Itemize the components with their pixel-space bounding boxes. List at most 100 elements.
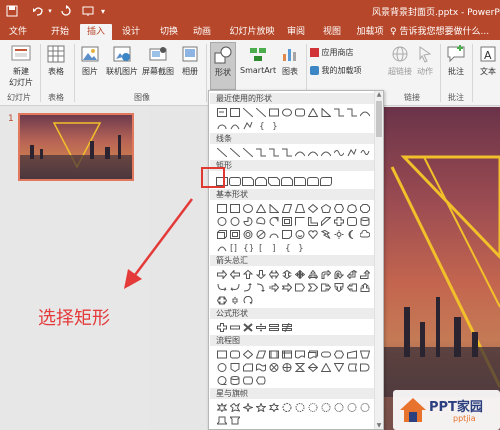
frame-shape[interactable] (280, 215, 293, 227)
tab-design[interactable]: 设计 (117, 24, 145, 40)
online-picture-button[interactable]: 联机图片 (104, 44, 140, 77)
double-brace-shape[interactable]: {} (241, 241, 254, 253)
bent-arrow-shape[interactable] (319, 268, 332, 280)
scribble-shape[interactable] (358, 146, 371, 158)
quad-arrow-shape[interactable] (293, 268, 306, 280)
arrow-shape[interactable] (228, 146, 241, 158)
elbow-arrow-shape[interactable] (345, 106, 358, 118)
quad-arrow-callout-shape[interactable] (228, 294, 241, 306)
tab-transitions[interactable]: 切换 (155, 24, 183, 40)
triangle-shape[interactable] (306, 106, 319, 118)
freeform-shape[interactable] (345, 146, 358, 158)
flowchart-sort-shape[interactable] (306, 361, 319, 373)
notched-right-arrow-shape[interactable] (280, 281, 293, 293)
present-icon[interactable] (80, 3, 96, 19)
pie-shape[interactable] (241, 215, 254, 227)
vertical-textbox-shape[interactable] (228, 106, 241, 118)
pentagon-arrow-shape[interactable] (293, 281, 306, 293)
chart-button[interactable]: 图表 (278, 44, 302, 77)
store-button[interactable]: 应用商店 (310, 47, 376, 58)
tab-slideshow[interactable]: 幻灯片放映 (227, 24, 277, 40)
pentagon-shape[interactable] (319, 202, 332, 214)
tab-view[interactable]: 视图 (318, 24, 346, 40)
star-6-point-shape[interactable] (267, 401, 280, 413)
round-diagonal-rect-shape[interactable] (319, 175, 332, 187)
folded-corner-shape[interactable] (280, 228, 293, 240)
customize-toolbar-icon[interactable]: ▾ (98, 3, 108, 19)
heart-shape[interactable] (306, 228, 319, 240)
cross-shape[interactable] (332, 215, 345, 227)
flowchart-or-shape[interactable] (280, 361, 293, 373)
round-same-side-rect-shape[interactable] (306, 175, 319, 187)
dodecagon-shape[interactable] (228, 215, 241, 227)
redo-icon[interactable] (58, 3, 74, 19)
textbox-shape[interactable] (215, 106, 228, 118)
tab-animations[interactable]: 动画 (188, 24, 216, 40)
chord-shape[interactable] (254, 215, 267, 227)
snip-diagonal-rect-shape[interactable] (267, 175, 280, 187)
flowchart-preparation-shape[interactable] (332, 348, 345, 360)
bent-up-arrow-shape[interactable] (358, 268, 371, 280)
no-symbol-shape[interactable] (254, 228, 267, 240)
snip-same-side-rect-shape[interactable] (254, 175, 267, 187)
lightning-bolt-shape[interactable] (319, 228, 332, 240)
star-10-point-shape[interactable] (306, 401, 319, 413)
donut-shape[interactable] (241, 228, 254, 240)
moon-shape[interactable] (345, 228, 358, 240)
octagon-shape[interactable] (358, 202, 371, 214)
scroll-down-icon[interactable]: ▼ (375, 422, 383, 429)
tab-home[interactable]: 开始 (46, 24, 74, 40)
left-arrow-shape[interactable] (228, 268, 241, 280)
hyperlink-button[interactable]: 超链接 (388, 44, 412, 77)
rectangle-shape[interactable] (267, 106, 280, 118)
album-button[interactable]: 相册 (178, 44, 202, 77)
flowchart-alternate-process-shape[interactable] (228, 348, 241, 360)
table-button[interactable]: 表格 (44, 44, 68, 77)
arc-shape[interactable] (228, 119, 241, 131)
left-right-arrow-callout-shape[interactable] (215, 294, 228, 306)
right-bracket-shape[interactable]: ] (267, 241, 280, 253)
tell-me-box[interactable]: ♀ 告诉我您想要做什么... (390, 24, 489, 40)
right-brace-shape[interactable]: } (267, 119, 280, 131)
line-shape[interactable] (215, 146, 228, 158)
right-triangle-shape[interactable] (319, 106, 332, 118)
left-arrow-callout-shape[interactable] (345, 281, 358, 293)
hexagon-shape[interactable] (332, 202, 345, 214)
flowchart-data-shape[interactable] (254, 348, 267, 360)
flowchart-display-shape[interactable] (254, 374, 267, 386)
flowchart-decision-shape[interactable] (241, 348, 254, 360)
undo-dropdown-icon[interactable]: ▾ (46, 3, 54, 19)
flowchart-manual-operation-shape[interactable] (358, 348, 371, 360)
flowchart-card-shape[interactable] (241, 361, 254, 373)
star-4-point-shape[interactable] (241, 401, 254, 413)
tab-review[interactable]: 审阅 (282, 24, 310, 40)
snip-corner-rect-shape[interactable] (241, 175, 254, 187)
flowchart-direct-access-storage-shape[interactable] (241, 374, 254, 386)
explosion-1-shape[interactable] (215, 401, 228, 413)
right-arrow-shape[interactable] (215, 268, 228, 280)
double-bracket-shape[interactable]: [] (228, 241, 241, 253)
oval-shape[interactable] (280, 106, 293, 118)
tab-addins[interactable]: 加载项 (352, 24, 388, 40)
flowchart-extract-shape[interactable] (319, 361, 332, 373)
left-right-up-arrow-shape[interactable] (306, 268, 319, 280)
cloud-shape[interactable] (358, 228, 371, 240)
dropdown-scrollbar[interactable]: ▲ ▼ (374, 91, 383, 429)
left-brace-shape[interactable]: { (254, 119, 267, 131)
flowchart-predefined-process-shape[interactable] (267, 348, 280, 360)
curved-arrow-shape[interactable] (306, 146, 319, 158)
flowchart-sequential-access-storage-shape[interactable] (215, 374, 228, 386)
right-arrow-callout-shape[interactable] (319, 281, 332, 293)
sun-shape[interactable] (332, 228, 345, 240)
curved-left-arrow-shape[interactable] (228, 281, 241, 293)
smiley-face-shape[interactable] (293, 228, 306, 240)
flowchart-collate-shape[interactable] (293, 361, 306, 373)
tab-insert[interactable]: 插入 (80, 24, 112, 40)
curved-double-arrow-shape[interactable] (319, 146, 332, 158)
screenshot-button[interactable]: 屏幕截图 (140, 44, 176, 77)
scroll-up-icon[interactable]: ▲ (375, 91, 383, 98)
slide-canvas[interactable] (384, 107, 500, 430)
half-frame-shape[interactable] (293, 215, 306, 227)
elbow-arrow-shape[interactable] (267, 146, 280, 158)
comment-button[interactable]: 批注 (444, 44, 468, 77)
